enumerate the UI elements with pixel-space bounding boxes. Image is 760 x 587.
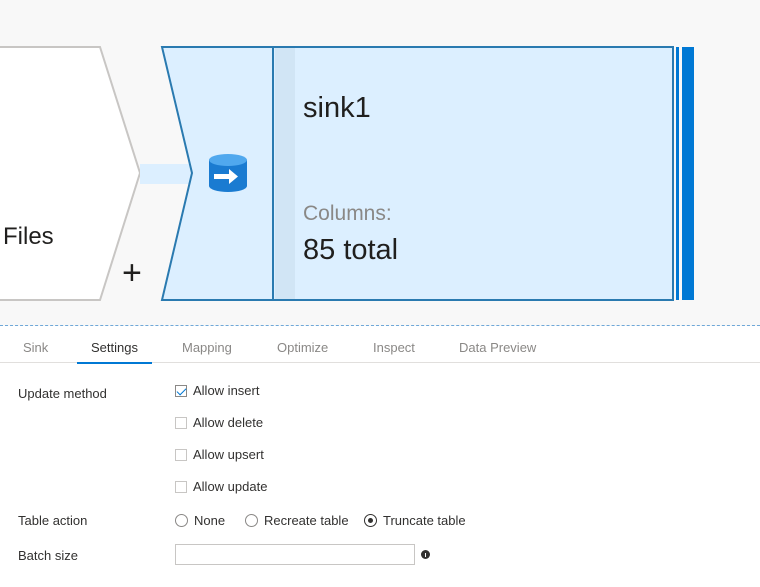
allow-update-label: Allow update [193,479,268,494]
add-transformation-button[interactable]: + [122,256,142,290]
tab-sink[interactable]: Sink [23,340,48,355]
connector-line [140,164,192,184]
tab-mapping[interactable]: Mapping [182,340,232,355]
table-action-label: Table action [18,513,88,528]
checkbox-icon[interactable] [175,448,187,461]
table-action-truncate-radio[interactable]: Truncate table [364,513,466,528]
columns-label: Columns: [303,202,392,225]
allow-upsert-label: Allow upsert [193,447,264,462]
sink-selection-bar [676,47,679,300]
checkbox-checked-icon[interactable] [175,384,187,397]
allow-insert-label: Allow insert [193,383,260,398]
sink-left-grip [275,48,295,299]
radio-icon[interactable] [245,514,258,527]
tab-data-preview[interactable]: Data Preview [459,340,536,355]
sink-node-name: sink1 [303,92,371,124]
source-node-shape[interactable] [0,46,142,301]
checkbox-icon[interactable] [175,416,187,429]
allow-insert-checkbox[interactable]: Allow insert [175,383,259,398]
database-arrow-icon [209,154,247,192]
batch-size-label: Batch size [18,548,78,563]
allow-update-checkbox[interactable]: Allow update [175,479,267,494]
source-node-label: Files [3,223,54,250]
radio-icon[interactable] [175,514,188,527]
checkbox-icon[interactable] [175,480,187,493]
table-action-recreate-label: Recreate table [264,513,349,528]
table-action-none-label: None [194,513,226,528]
table-action-recreate-radio[interactable]: Recreate table [245,513,349,528]
tab-optimize[interactable]: Optimize [277,340,328,355]
settings-tabs: Sink Settings Mapping Optimize Inspect D… [0,334,760,364]
allow-upsert-checkbox[interactable]: Allow upsert [175,447,264,462]
radio-selected-icon[interactable] [364,514,377,527]
table-action-none-radio[interactable]: None [175,513,225,528]
batch-size-input[interactable] [175,544,415,565]
allow-delete-checkbox[interactable]: Allow delete [175,415,263,430]
allow-delete-label: Allow delete [193,415,264,430]
data-flow-canvas[interactable]: Files + sink1 Columns: 85 total [0,0,760,326]
tab-inspect[interactable]: Inspect [373,340,415,355]
info-icon[interactable] [421,550,430,559]
columns-total: 85 total [303,234,399,266]
tab-settings[interactable]: Settings [77,340,152,364]
update-method-label: Update method [18,386,107,401]
table-action-truncate-label: Truncate table [383,513,466,528]
sink-selection-bar-thick [682,47,694,300]
canvas-graphics [0,46,694,301]
